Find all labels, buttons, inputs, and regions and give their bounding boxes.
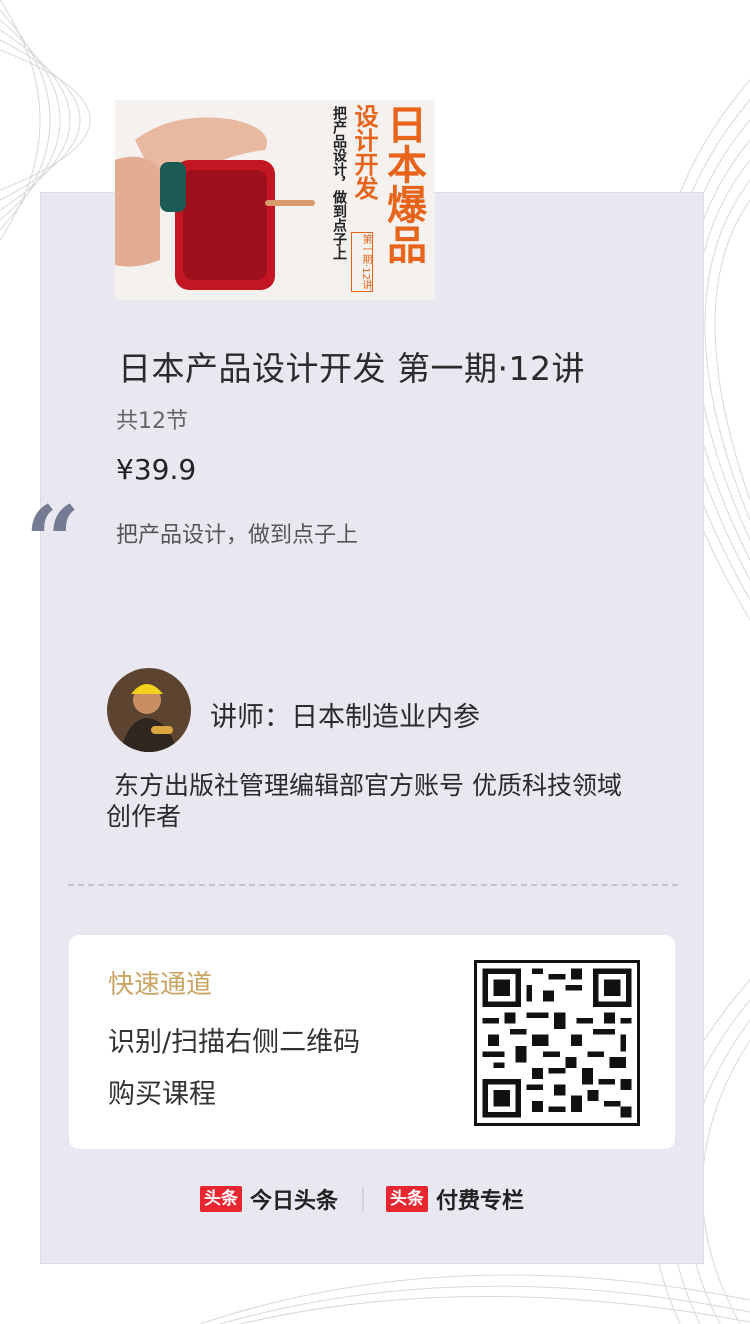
quick-access-title: 快速通道 — [108, 970, 213, 1000]
paid-column-brand-name: 付费专栏 — [436, 1189, 525, 1214]
quote-icon: “ — [25, 485, 81, 598]
lesson-count: 共12节 — [116, 409, 188, 434]
toutiao-brand-name: 今日头条 — [250, 1189, 339, 1214]
footer-brands: 头条 今日头条 头条 付费专栏 — [200, 1180, 560, 1218]
cover-issue: 第一期·12讲 — [351, 232, 373, 292]
cover-subhead: 设计开发 — [350, 104, 378, 200]
paid-column-logo-icon: 头条 — [386, 1186, 429, 1212]
cover-tagline: 把产品设计，做到点子上 — [331, 106, 347, 260]
course-cover-image[interactable]: 把产品设计，做到点子上 设计开发 日本爆品 第一期·12讲 — [115, 100, 435, 300]
qr-code-pattern — [482, 968, 632, 1118]
brand-separator — [362, 1187, 365, 1211]
lecturer-avatar[interactable] — [107, 668, 191, 752]
course-price: ¥39.9 — [116, 453, 197, 486]
quick-access-action: 购买课程 — [108, 1079, 216, 1110]
avatar-illustration — [107, 668, 191, 752]
course-title: 日本产品设计开发 第一期·12讲 — [118, 349, 585, 388]
qr-code[interactable] — [474, 960, 640, 1126]
toutiao-logo-icon: 头条 — [200, 1186, 242, 1212]
lecturer-line: 讲师：日本制造业内参 — [210, 695, 480, 734]
course-subtitle: 把产品设计，做到点子上 — [116, 523, 359, 548]
quick-access-instruction: 识别/扫描右侧二维码 — [108, 1027, 361, 1058]
lecturer-name[interactable]: 日本制造业内参 — [291, 702, 480, 733]
cover-headline: 日本爆品 — [380, 104, 426, 264]
quick-access-panel: 快速通道 识别/扫描右侧二维码 购买课程 — [69, 935, 675, 1149]
dashed-divider — [68, 884, 678, 886]
lecturer-bio: 东方出版社管理编辑部官方账号 优质科技领域创作者 — [106, 771, 622, 831]
lecturer-label: 讲师： — [210, 702, 291, 733]
